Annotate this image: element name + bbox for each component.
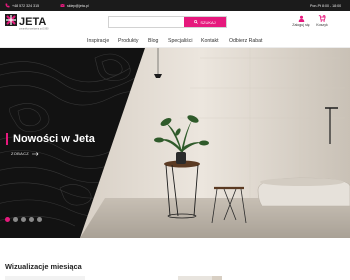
search-icon [194,20,199,24]
hours-text: Pon-Pt 8:00 - 18:00 [310,3,342,8]
cart-link[interactable]: 0 Koszyk [311,15,333,27]
top-bar: +48 572 324 315 sklep@jeta.pl Pon-Pt 8:0… [0,0,350,11]
nav-item-inspiracje[interactable]: Inspiracje [87,38,109,44]
site-header: JETA ceramika sanitarna od 1990 SZUKAJ Z… [0,11,350,34]
hero-slider[interactable]: Nowości w Jeta ZOBACZ [0,48,350,238]
slider-dots [5,217,42,222]
search-input[interactable] [109,17,184,27]
nav-item-blog[interactable]: Blog [148,38,158,44]
phone-contact[interactable]: +48 572 324 315 [5,0,39,11]
nav-item-kontakt[interactable]: Kontakt [201,38,219,44]
main-navigation: Inspiracje Produkty Blog Specjaliści Kon… [0,34,350,48]
arrow-right-icon [32,151,39,156]
nav-item-odbierz-rabat[interactable]: Odbierz Rabat [229,38,262,44]
mail-icon [60,3,65,7]
phone-icon [5,3,10,8]
logo-tagline: ceramika sanitarna od 1990 [19,28,49,31]
logo-text: JETA [19,16,46,28]
jeta-logo[interactable]: JETA ceramika sanitarna od 1990 [5,14,53,31]
cart-count: 0 [324,16,325,18]
slider-dot-4[interactable] [29,217,34,222]
email-contact[interactable]: sklep@jeta.pl [60,0,89,11]
slider-dot-5[interactable] [37,217,42,222]
slider-dot-1[interactable] [5,217,10,222]
account-label: Zaloguj się [292,23,310,27]
account-link[interactable]: Zaloguj się [290,15,312,27]
nav-item-produkty[interactable]: Produkty [118,38,138,44]
hero-title: Nowości w Jeta [6,133,95,145]
slider-dot-2[interactable] [13,217,18,222]
phone-number: +48 572 324 315 [12,3,40,8]
hero-cta-link[interactable]: ZOBACZ [11,151,39,156]
section-title: Wizualizacje miesiąca [5,262,82,271]
nav-item-specjalisci[interactable]: Specjaliści [168,38,193,44]
user-icon [298,15,304,22]
hero-cta-label: ZOBACZ [11,151,30,156]
visualization-thumbnails[interactable] [0,276,350,280]
slider-dot-3[interactable] [21,217,26,222]
jeta-logo-mark: JETA ceramika sanitarna od 1990 [5,14,49,31]
email-address: sklep@jeta.pl [67,3,89,8]
cart-label: Koszyk [316,23,328,27]
search-button-label: SZUKAJ [200,19,216,25]
search-bar: SZUKAJ [108,16,227,28]
opening-hours: Pon-Pt 8:00 - 18:00 [310,0,341,11]
cart-icon: 0 [318,15,326,22]
search-button[interactable]: SZUKAJ [184,17,226,27]
